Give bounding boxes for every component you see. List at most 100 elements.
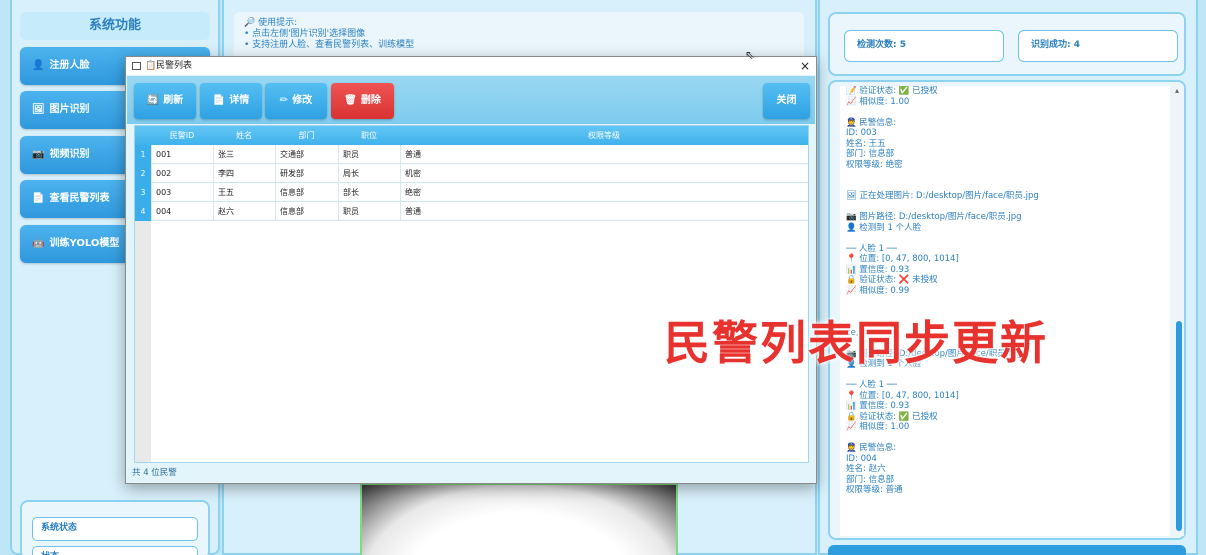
table-row[interactable]: 2 002 李四 研发部 局长 机密 [135,164,808,183]
table-row[interactable]: 3 003 王五 信息部 部长 绝密 [135,183,808,202]
table-header: 民警ID 姓名 部门 职位 权限等级 [135,126,808,145]
status-item[interactable]: 状态 [32,546,198,555]
table-cell[interactable]: 赵六 [213,202,275,221]
table-cell[interactable]: 局长 [338,164,400,183]
log-line: 权限等级: 绝密 [846,159,903,170]
edit-label: 修改 [292,95,313,106]
row-index[interactable]: 1 [135,145,151,164]
log-line: 🖼 正在处理图片: D:/desktop/图片/face/职员.jpg [846,191,1039,201]
user-icon: 👤 [32,60,45,71]
register-face-label: 注册人脸 [49,60,90,71]
log-line: 📊 置信度: 0.93 [846,401,910,411]
trash-icon: 🗑 [344,95,357,106]
table-cell[interactable]: 张三 [213,145,275,164]
row-index[interactable]: 2 [135,164,151,183]
table-cell[interactable]: 职员 [338,145,400,164]
picture-icon: 🖼 [32,104,45,115]
table-cell[interactable]: 001 [151,145,213,164]
table-cell[interactable]: 普通 [400,145,808,164]
video-recognition-label: 视频识别 [49,149,90,160]
close-button[interactable]: 关闭 [763,83,810,119]
log-line: ── 人脸 1 ── [846,243,897,254]
table-cell[interactable]: 职员 [338,202,400,221]
delete-button[interactable]: 🗑 删除 [331,83,394,119]
tips-line: • 支持注册人脸、查看民警列表、训练模型 [244,40,415,50]
log-line: 📈 相似度: 1.00 [846,96,910,107]
table-cell[interactable]: 交通部 [275,145,338,164]
log-line: 部门: 信息部 [846,474,895,485]
table-row[interactable]: 1 001 张三 交通部 职员 普通 [135,145,808,164]
close-icon[interactable]: × [800,57,810,75]
usage-tips: 🔎 使用提示: • 点击左侧'图片识别'选择图像 • 支持注册人脸、查看民警列表… [234,12,804,62]
robot-icon: 🤖 [32,238,45,249]
log-scrollbar[interactable]: ▴ [1174,86,1184,536]
table-cell[interactable]: 部长 [338,183,400,202]
table-cell[interactable]: 信息部 [275,202,338,221]
log-line: 姓名: 赵六 [846,464,886,474]
delete-label: 删除 [360,95,381,106]
log-line: 📈 相似度: 0.99 [846,285,910,296]
log-line: 📊 置信度: 0.93 [846,264,910,275]
log-line: 部门: 信息部 [846,149,895,159]
table-cell[interactable]: 机密 [400,164,808,183]
dialog-titlebar: 📋 民警列表 × [126,57,816,75]
status-box: 系统状态 状态 [20,500,210,555]
scroll-thumb[interactable] [1176,321,1182,531]
column-header[interactable]: 权限等级 [400,126,808,145]
refresh-button[interactable]: 🔄 刷新 [134,83,196,119]
record-count: 共 4 位民警 [132,468,177,478]
stats-box: 检测次数: 5 识别成功: 4 [828,12,1186,76]
column-header[interactable]: 民警ID [151,126,213,145]
image-recognition-label: 图片识别 [49,104,90,115]
train-yolo-label: 训练YOLO模型 [49,238,120,249]
log-line: 姓名: 王五 [846,138,886,149]
document-icon: 📄 [32,193,45,204]
table-cell[interactable]: 绝密 [400,183,808,202]
pencil-icon: ✏ [279,95,289,106]
recognize-success-stat: 识别成功: 4 [1018,30,1178,62]
police-table: 民警ID 姓名 部门 职位 权限等级 1 001 张三 交通部 职员 普通 2 002 李四 研发… [134,125,809,463]
police-list-label: 查看民警列表 [49,193,110,204]
refresh-label: 刷新 [163,95,184,106]
table-cell[interactable]: 研发部 [275,164,338,183]
camera-icon: 📷 [32,149,45,160]
log-line: 📍 位置: [0, 47, 800, 1014] [846,390,959,401]
table-cell[interactable]: 信息部 [275,183,338,202]
column-header[interactable]: 部门 [275,126,338,145]
table-cell[interactable]: 003 [151,183,213,202]
refresh-icon: 🔄 [146,95,160,106]
overlay-caption: 民警列表同步更新 [664,316,1048,370]
column-header[interactable]: 职位 [338,126,400,145]
table-cell[interactable]: 李四 [213,164,275,183]
tips-title: 🔎 使用提示: [244,18,298,28]
tips-line: • 点击左侧'图片识别'选择图像 [244,29,366,39]
log-line: 👮 民警信息: [846,117,897,128]
table-cell[interactable]: 002 [151,164,213,183]
table-row[interactable]: 4 004 赵六 信息部 职员 普通 [135,202,808,221]
system-status-item[interactable]: 系统状态 [32,517,198,541]
document-icon: 📄 [212,95,226,106]
details-button[interactable]: 📄 详情 [200,83,262,119]
log-line: 👤 检测到 1 个人脸 [846,222,922,233]
detect-count-stat: 检测次数: 5 [844,30,1004,62]
dialog-toolbar: 🔄 刷新 📄 详情 ✏ 修改 🗑 删除 关闭 [127,76,815,124]
scroll-up-icon[interactable]: ▴ [1175,86,1179,95]
right-panel: 检测次数: 5 识别成功: 4 📝 验证状态: ✅ 已授权 📈 相似度: 1.00… [818,0,1198,555]
column-header[interactable]: 姓名 [213,126,275,145]
table-cell[interactable]: 王五 [213,183,275,202]
log-line: 🔒 验证状态: ✅ 已授权 [846,411,938,422]
details-label: 详情 [229,95,250,106]
edit-button[interactable]: ✏ 修改 [265,83,327,119]
left-panel-title: 系统功能 [20,12,210,40]
log-line: 📍 位置: [0, 47, 800, 1014] [846,254,959,264]
row-index[interactable]: 4 [135,202,151,221]
row-index[interactable]: 3 [135,183,151,202]
table-cell[interactable]: 普通 [400,202,808,221]
table-cell[interactable]: 004 [151,202,213,221]
log-line: 📷 图片路径: D:/desktop/图片/face/职员.jpg [846,212,1022,222]
